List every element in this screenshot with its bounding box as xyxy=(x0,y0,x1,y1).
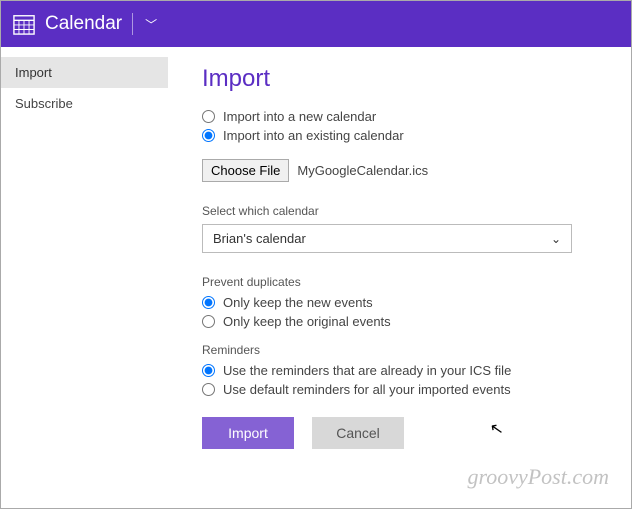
radio-keep-original[interactable] xyxy=(202,315,215,328)
radio-label: Only keep the original events xyxy=(223,314,391,329)
import-mode-existing[interactable]: Import into an existing calendar xyxy=(202,128,607,143)
main-panel: Import Import into a new calendar Import… xyxy=(168,47,631,508)
calendar-select[interactable]: Brian's calendar ⌄ xyxy=(202,224,572,253)
sidebar-item-label: Subscribe xyxy=(15,96,73,111)
page-title: Import xyxy=(202,65,607,93)
cancel-button[interactable]: Cancel xyxy=(312,417,404,449)
radio-label: Only keep the new events xyxy=(223,295,373,310)
app-header: Calendar ﹀ xyxy=(1,1,631,47)
header-divider xyxy=(132,13,133,35)
chevron-down-icon[interactable]: ﹀ xyxy=(145,16,157,33)
radio-reminders-ics[interactable] xyxy=(202,364,215,377)
radio-new-calendar[interactable] xyxy=(202,110,215,123)
import-mode-new[interactable]: Import into a new calendar xyxy=(202,109,607,124)
radio-existing-calendar[interactable] xyxy=(202,129,215,142)
duplicates-group: Only keep the new events Only keep the o… xyxy=(202,295,607,329)
sidebar: Import Subscribe xyxy=(1,47,168,508)
reminders-ics[interactable]: Use the reminders that are already in yo… xyxy=(202,363,607,378)
reminders-group: Use the reminders that are already in yo… xyxy=(202,363,607,397)
selected-filename: MyGoogleCalendar.ics xyxy=(297,163,428,178)
app-title: Calendar xyxy=(45,13,122,35)
chevron-down-icon: ⌄ xyxy=(551,232,561,246)
watermark: groovyPost.com xyxy=(467,464,609,490)
import-button[interactable]: Import xyxy=(202,417,294,449)
radio-label: Use default reminders for all your impor… xyxy=(223,382,511,397)
calendar-select-value: Brian's calendar xyxy=(213,231,306,246)
radio-keep-new[interactable] xyxy=(202,296,215,309)
file-row: Choose File MyGoogleCalendar.ics xyxy=(202,159,607,182)
cursor-icon: ↖ xyxy=(488,418,505,440)
choose-file-button[interactable]: Choose File xyxy=(202,159,289,182)
sidebar-item-subscribe[interactable]: Subscribe xyxy=(1,88,168,119)
button-row: Import Cancel ↖ xyxy=(202,417,607,449)
calendar-icon xyxy=(13,13,35,35)
import-mode-group: Import into a new calendar Import into a… xyxy=(202,109,607,143)
reminders-label: Reminders xyxy=(202,343,607,357)
radio-reminders-default[interactable] xyxy=(202,383,215,396)
sidebar-item-import[interactable]: Import xyxy=(1,57,168,88)
calendar-select-label: Select which calendar xyxy=(202,204,607,218)
radio-label: Use the reminders that are already in yo… xyxy=(223,363,511,378)
radio-label: Import into an existing calendar xyxy=(223,128,404,143)
sidebar-item-label: Import xyxy=(15,65,52,80)
duplicates-original[interactable]: Only keep the original events xyxy=(202,314,607,329)
radio-label: Import into a new calendar xyxy=(223,109,376,124)
reminders-default[interactable]: Use default reminders for all your impor… xyxy=(202,382,607,397)
duplicates-label: Prevent duplicates xyxy=(202,275,607,289)
duplicates-new[interactable]: Only keep the new events xyxy=(202,295,607,310)
